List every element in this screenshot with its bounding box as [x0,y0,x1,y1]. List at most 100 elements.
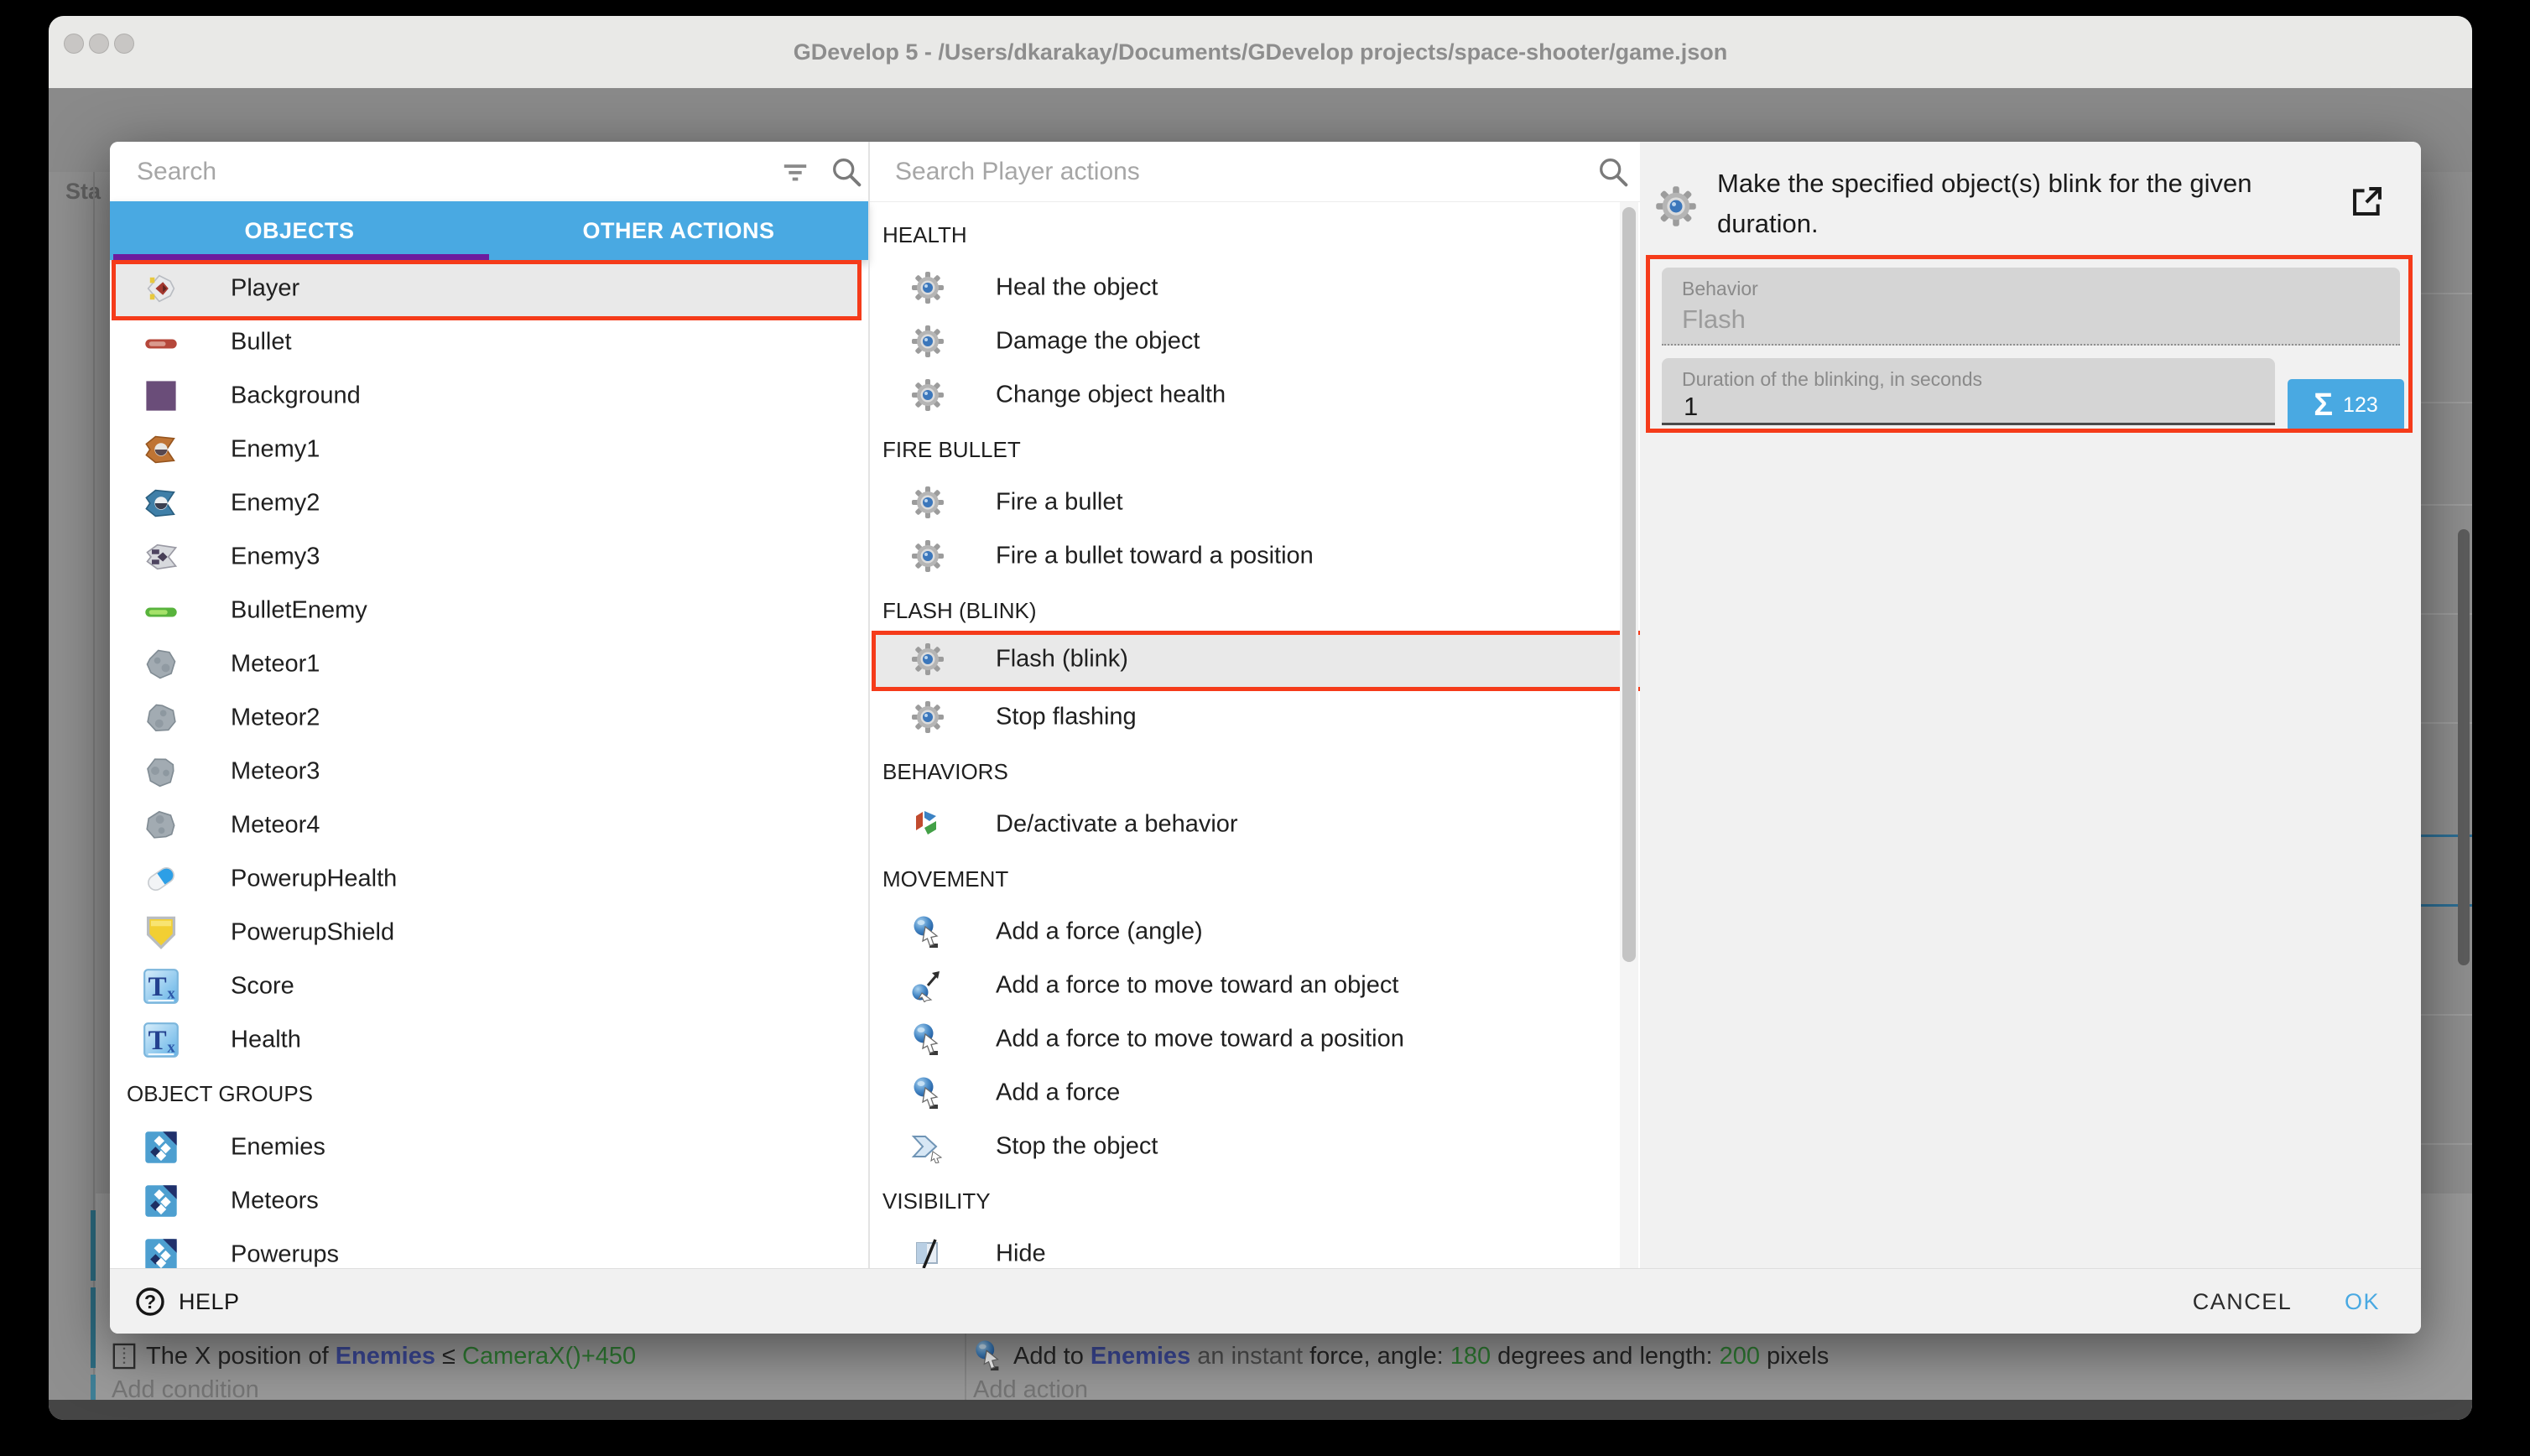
enemy1-ship-icon [143,431,180,468]
gear-icon [1655,185,1697,227]
object-row-meteor3[interactable]: Meteor3 [110,745,862,798]
choose-action-dialog: OBJECTS OTHER ACTIONS Player Bullet Back… [110,142,2421,1334]
open-external-editor-icon[interactable] [2348,182,2387,221]
action-row-stop-flashing[interactable]: Stop flashing [868,690,1622,744]
section-header: HEALTH [882,222,967,248]
meteor-icon [143,646,180,683]
cancel-button[interactable]: CANCEL [2167,1269,2318,1334]
object-group-icon [143,1183,180,1219]
events-panel-label-fragment: Sta [65,179,101,205]
enemy3-ship-icon [143,538,180,575]
event-condition-text: The X position of Enemies ≤ CameraX()+45… [146,1339,636,1373]
enemy-bullet-icon [143,605,180,620]
group-row-enemies[interactable]: Enemies [110,1121,862,1174]
gear-icon [911,271,945,304]
player-bullet-icon [143,336,180,351]
object-row-bullet[interactable]: Bullet [110,315,862,369]
gear-icon [911,378,945,412]
object-row-meteor2[interactable]: Meteor2 [110,691,862,745]
behavior-icon [911,808,945,841]
gear-icon [911,486,945,519]
action-row-heal[interactable]: Heal the object [868,261,1622,315]
macos-titlebar: GDevelop 5 - /Users/dkarakay/Documents/G… [49,16,2472,89]
dialog-footer: HELP CANCEL OK [110,1268,2421,1334]
condition-checkbox-icon [112,1341,137,1371]
object-row-enemy1[interactable]: Enemy1 [110,423,862,476]
parameters-annotation [1646,255,2413,433]
gdevelop-window: GDevelop 5 - /Users/dkarakay/Documents/G… [49,16,2472,1420]
action-row-fire-bullet[interactable]: Fire a bullet [868,476,1622,529]
object-row-player[interactable]: Player [110,262,862,315]
object-row-poweruphealth[interactable]: PowerupHealth [110,852,862,906]
object-row-enemy2[interactable]: Enemy2 [110,476,862,530]
action-row-stop-object[interactable]: Stop the object [868,1120,1622,1173]
events-scrollbar[interactable] [2458,529,2470,965]
object-row-score[interactable]: Score [110,959,862,1013]
action-row-add-force-angle[interactable]: Add a force (angle) [868,905,1622,959]
action-row-damage[interactable]: Damage the object [868,315,1622,368]
object-groups-header-row: OBJECT GROUPS [110,1067,862,1121]
section-header: BEHAVIORS [882,759,1008,785]
section-header: FIRE BULLET [882,437,1021,463]
enemy2-ship-icon [143,485,180,522]
help-icon [133,1285,167,1318]
screenshot-stage: GDevelop 5 - /Users/dkarakay/Documents/G… [0,0,2530,1456]
group-row-meteors[interactable]: Meteors [110,1174,862,1228]
objects-tabs: OBJECTS OTHER ACTIONS [110,201,868,260]
background-icon [143,377,180,414]
objects-search-input[interactable] [135,151,726,193]
object-groups-header: OBJECT GROUPS [127,1081,714,1107]
meteor-icon [136,746,186,797]
action-row-deactivate-behavior[interactable]: De/activate a behavior [868,798,1622,851]
meteor-icon [135,799,187,851]
actions-search-input[interactable] [893,151,1534,193]
tab-objects[interactable]: OBJECTS [110,201,489,260]
action-row-add-force[interactable]: Add a force [868,1066,1622,1120]
text-object-icon [143,968,180,1005]
force-toward-object-icon [911,969,945,1002]
force-icon [911,1022,945,1056]
gear-icon [911,700,945,734]
meteor-icon [138,694,185,741]
text-object-icon [143,1022,180,1058]
action-row-force-toward-position[interactable]: Add a force to move toward a position [868,1012,1622,1066]
gear-icon [911,325,945,358]
filter-icon[interactable] [777,153,814,190]
force-icon [911,1076,945,1110]
object-row-powerupshield[interactable]: PowerupShield [110,906,862,959]
action-row-flash-blink[interactable]: Flash (blink) [868,632,1622,686]
window-title: GDevelop 5 - /Users/dkarakay/Documents/G… [49,16,2472,88]
actions-scrollbar-track [1620,202,1638,1268]
gear-icon [911,539,945,573]
object-row-meteor4[interactable]: Meteor4 [110,798,862,852]
help-button[interactable]: HELP [133,1269,240,1334]
search-icon[interactable] [828,153,865,190]
stop-object-icon [911,1130,945,1163]
event-action-text: Add to Enemies an instant force, angle: … [1013,1339,1829,1373]
object-row-background[interactable]: Background [110,369,862,423]
actions-search-row [868,142,1640,202]
window-bottom-band [49,1400,2472,1420]
health-pill-icon [143,861,180,897]
object-row-health[interactable]: Health [110,1013,862,1067]
object-row-bulletenemy[interactable]: BulletEnemy [110,584,862,637]
hide-icon [911,1237,945,1271]
object-row-meteor1[interactable]: Meteor1 [110,637,862,691]
active-tab-indicator [113,254,489,260]
tab-other-actions[interactable]: OTHER ACTIONS [489,201,868,260]
objects-search-row [110,142,868,202]
search-icon[interactable] [1595,153,1632,190]
force-icon [911,915,945,949]
action-description: Make the specified object(s) blink for t… [1717,164,2304,244]
object-row-enemy3[interactable]: Enemy3 [110,530,862,584]
player-ship-icon [143,270,180,307]
ok-button[interactable]: OK [2316,1269,2408,1334]
force-action-icon [973,1339,1005,1371]
gear-icon [911,642,945,676]
object-group-icon [143,1129,180,1166]
action-row-fire-bullet-position[interactable]: Fire a bullet toward a position [868,529,1622,583]
action-row-force-toward-object[interactable]: Add a force to move toward an object [868,959,1622,1012]
action-row-change-health[interactable]: Change object health [868,368,1622,422]
actions-scrollbar[interactable] [1622,207,1636,962]
section-header: FLASH (BLINK) [882,598,1037,624]
